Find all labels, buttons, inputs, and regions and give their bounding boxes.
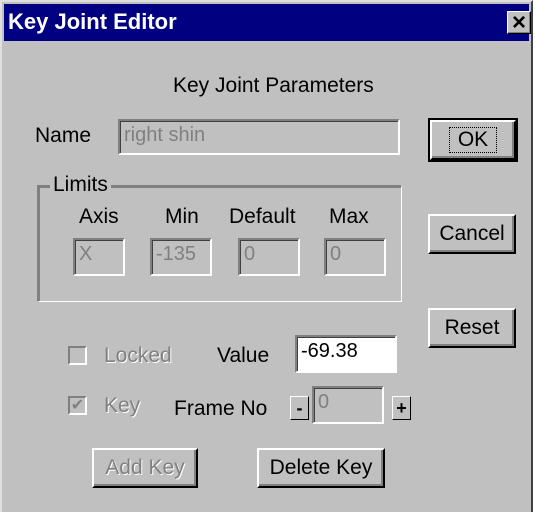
frame-increment-button[interactable]: + [392,396,411,420]
name-label: Name [35,124,92,147]
default-field[interactable]: 0 [238,238,300,276]
key-label: Key [104,394,141,417]
close-icon: × [511,8,526,36]
cancel-button[interactable]: Cancel [428,214,516,254]
locked-label: Locked [104,344,172,367]
window-title: Key Joint Editor [8,9,177,34]
reset-button[interactable]: Reset [428,308,516,348]
key-joint-editor-window: Key Joint Editor × Key Joint Parameters … [0,0,533,512]
axis-column-label: Axis [79,205,119,228]
max-field[interactable]: 0 [324,238,386,276]
min-field[interactable]: -135 [150,238,212,276]
delete-key-button[interactable]: Delete Key [257,448,385,488]
dialog-heading: Key Joint Parameters [173,74,374,97]
name-field[interactable]: right shin [118,119,400,155]
close-button[interactable]: × [507,8,531,36]
ok-button[interactable]: OK [428,118,518,162]
ok-button-label: OK [448,127,498,153]
frame-no-label: Frame No [174,397,268,420]
axis-field[interactable]: X [73,238,125,276]
max-column-label: Max [329,205,369,228]
frame-decrement-button[interactable]: - [290,396,309,420]
locked-checkbox[interactable] [68,346,87,365]
default-column-label: Default [229,205,296,228]
add-key-button[interactable]: Add Key [92,448,198,488]
limits-group-title: Limits [50,173,111,197]
value-label: Value [217,344,270,367]
title-bar[interactable]: Key Joint Editor × [4,4,531,41]
frame-number-field[interactable]: 0 [312,386,384,424]
key-checkbox[interactable]: ✔ [68,396,87,415]
min-column-label: Min [165,205,199,228]
value-field[interactable]: -69.38 [295,335,397,373]
checkmark-icon: ✔ [70,397,85,414]
